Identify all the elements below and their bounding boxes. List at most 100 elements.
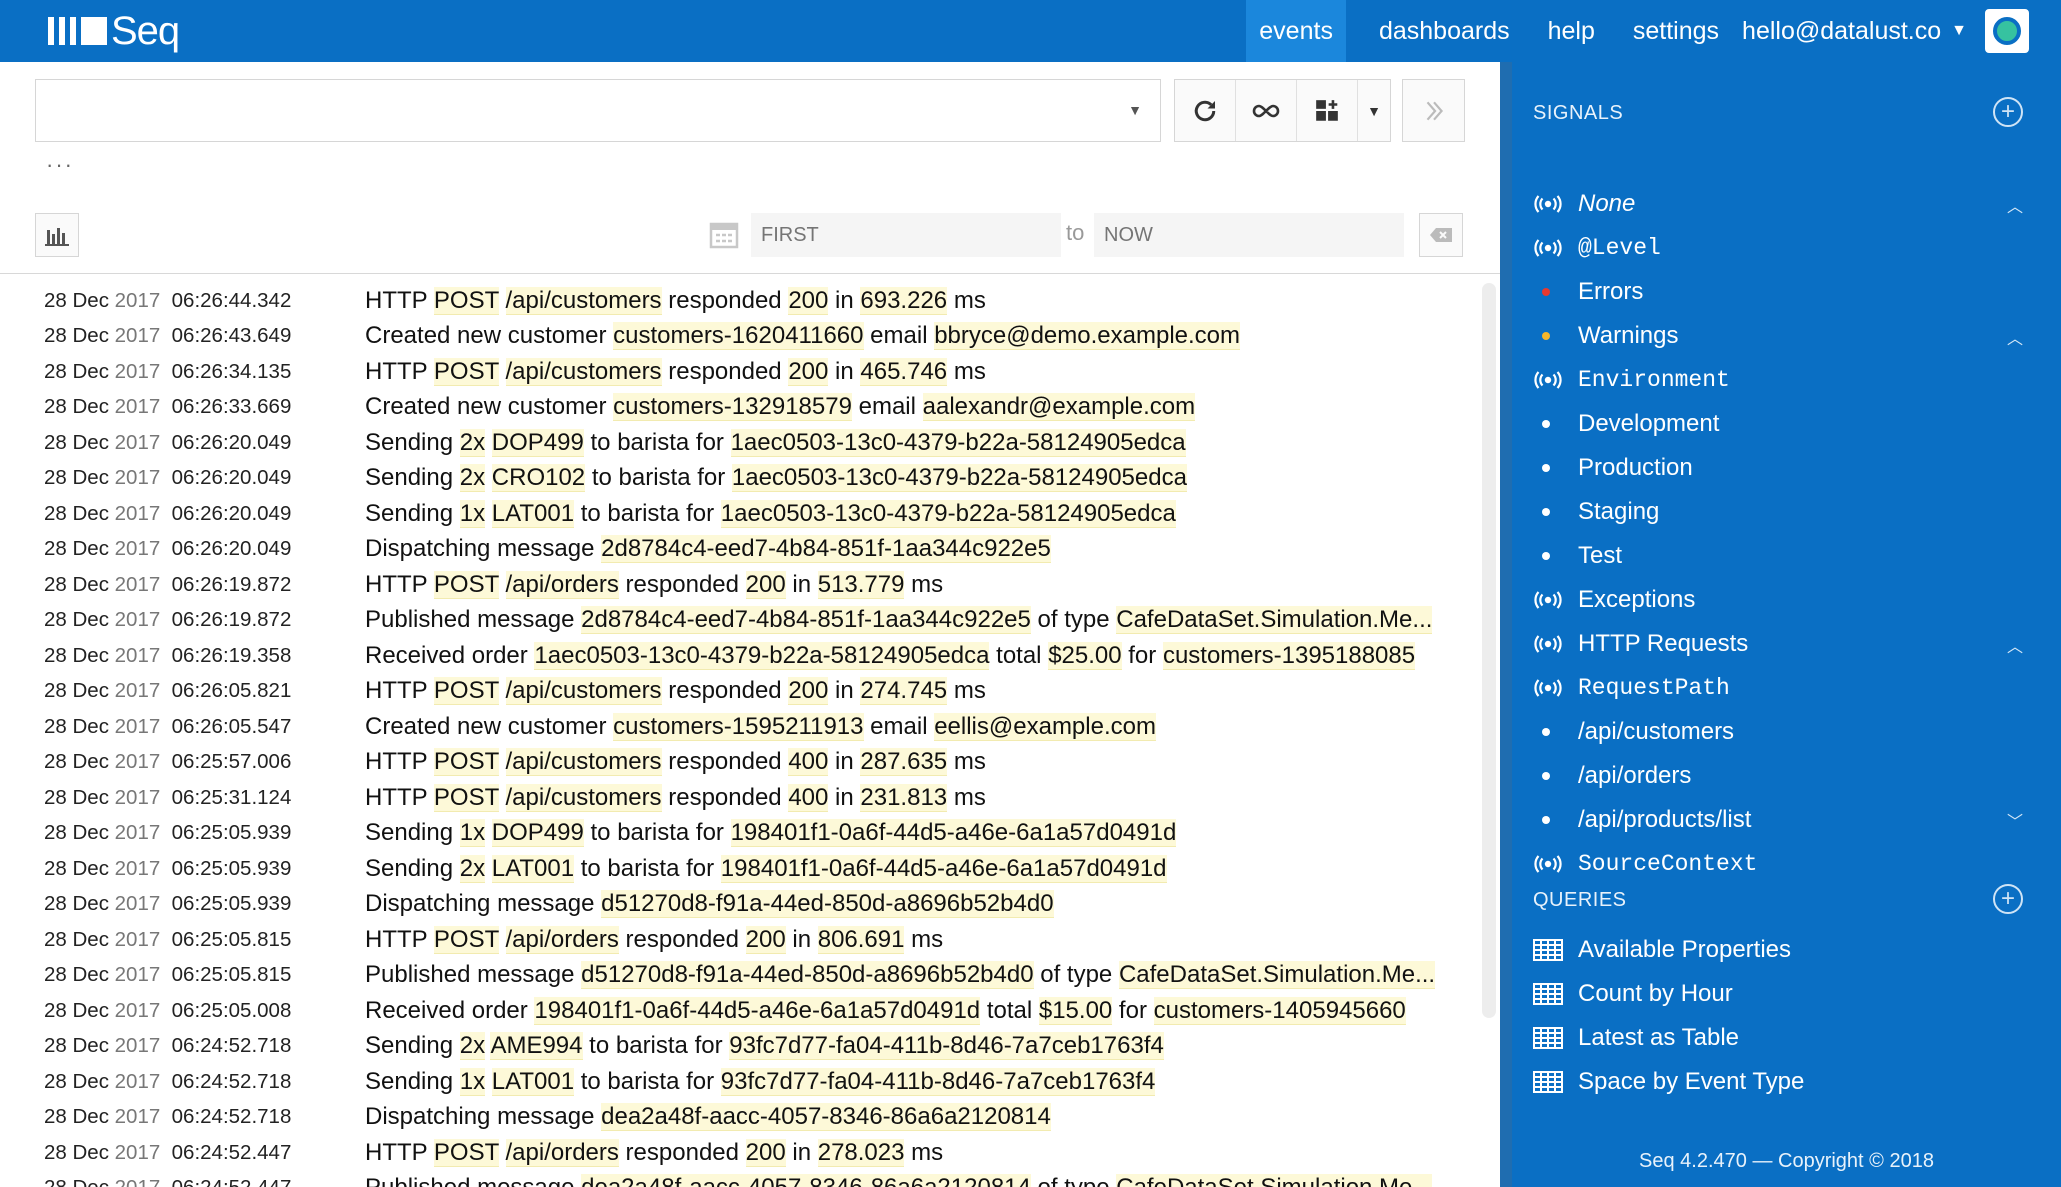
property-token[interactable]: /api/customers	[505, 783, 662, 812]
event-list-scrollbar[interactable]	[1482, 283, 1496, 1018]
event-row[interactable]: 28 Dec 2017 06:25:05.939 Sending 2x LAT00…	[0, 851, 1480, 887]
property-token[interactable]: 200	[788, 357, 829, 386]
property-token[interactable]: DOP499	[491, 819, 584, 848]
property-token[interactable]: /api/orders	[505, 1138, 619, 1167]
property-token[interactable]: $25.00	[1048, 641, 1122, 670]
property-token[interactable]: LAT001	[491, 499, 575, 528]
event-row[interactable]: 28 Dec 2017 06:25:31.124 HTTP POST /api/c…	[0, 780, 1480, 816]
property-token[interactable]: 1x	[459, 819, 486, 848]
property-token[interactable]: 278.023	[817, 1138, 905, 1167]
event-row[interactable]: 28 Dec 2017 06:25:05.939 Sending 1x DOP49…	[0, 816, 1480, 852]
signal-environment[interactable]: Environment	[1533, 360, 1730, 400]
property-token[interactable]: POST	[433, 570, 499, 599]
event-row[interactable]: 28 Dec 2017 06:26:20.049 Sending 2x CRO10…	[0, 461, 1480, 497]
property-token[interactable]: eellis@example.com	[934, 712, 1156, 741]
property-token[interactable]: /api/orders	[505, 925, 619, 954]
property-token[interactable]: POST	[433, 677, 499, 706]
property-token[interactable]: 1aec0503-13c0-4379-b22a-58124905edca	[730, 428, 1186, 457]
signal-staging[interactable]: Staging	[1542, 492, 1659, 532]
property-token[interactable]: customers-1395188085	[1162, 641, 1416, 670]
auto-refresh-button[interactable]	[1236, 80, 1297, 141]
property-token[interactable]: 200	[788, 677, 829, 706]
property-token[interactable]: 1aec0503-13c0-4379-b22a-58124905edca	[534, 641, 990, 670]
property-token[interactable]: customers-1405945660	[1153, 996, 1406, 1025]
property-token[interactable]: customers-1595211913	[613, 712, 864, 741]
property-token[interactable]: LAT001	[491, 854, 575, 883]
history-dropdown-icon[interactable]: ▼	[1128, 102, 1142, 118]
property-token[interactable]: 200	[788, 286, 829, 315]
signal-http-requests[interactable]: HTTP Requests	[1533, 624, 1748, 664]
signal-request-path[interactable]: RequestPath	[1533, 668, 1730, 708]
range-from-input[interactable]	[751, 213, 1061, 257]
property-token[interactable]: 93fc7d77-fa04-411b-8d46-7a7ceb1763f4	[729, 1032, 1164, 1061]
property-token[interactable]: 287.635	[860, 748, 948, 777]
property-token[interactable]: 231.813	[860, 783, 948, 812]
property-token[interactable]: 2x	[459, 854, 486, 883]
property-token[interactable]: 465.746	[860, 357, 948, 386]
property-token[interactable]: 2x	[459, 464, 486, 493]
query-count-by-hour[interactable]: Count by Hour	[1533, 974, 1733, 1014]
signal-source-context[interactable]: SourceContext	[1533, 844, 1757, 884]
property-token[interactable]: DOP499	[491, 428, 584, 457]
property-token[interactable]: 693.226	[860, 286, 948, 315]
user-menu[interactable]: hello@datalust.co ▼	[1742, 0, 1985, 62]
property-token[interactable]: $15.00	[1038, 996, 1113, 1025]
collapse-request-path-icon[interactable]: ︿	[2007, 633, 2023, 657]
nav-dashboards[interactable]: dashboards	[1366, 0, 1523, 62]
event-row[interactable]: 28 Dec 2017 06:26:20.049 Dispatching mess…	[0, 532, 1480, 568]
query-latest-as-table[interactable]: Latest as Table	[1533, 1018, 1739, 1058]
signal-warnings[interactable]: Warnings	[1542, 316, 1678, 356]
property-token[interactable]: 198401f1-0a6f-44d5-a46e-6a1a57d0491d	[534, 996, 981, 1025]
property-token[interactable]: POST	[433, 1138, 499, 1167]
nav-help[interactable]: help	[1535, 0, 1608, 62]
property-token[interactable]: POST	[433, 748, 499, 777]
event-row[interactable]: 28 Dec 2017 06:26:19.358 Received order 1…	[0, 638, 1480, 674]
event-row[interactable]: 28 Dec 2017 06:25:57.006 HTTP POST /api/c…	[0, 745, 1480, 781]
seq-logo[interactable]: Seq	[48, 8, 180, 54]
property-token[interactable]: 274.745	[860, 677, 948, 706]
event-row[interactable]: 28 Dec 2017 06:26:34.135 HTTP POST /api/c…	[0, 354, 1480, 390]
query-space-by-event-type[interactable]: Space by Event Type	[1533, 1062, 1804, 1102]
signal-path-orders[interactable]: /api/orders	[1542, 756, 1691, 796]
property-token[interactable]: 2d8784c4-eed7-4b84-851f-1aa344c922e5	[601, 535, 1051, 564]
property-token[interactable]: POST	[433, 925, 499, 954]
property-token[interactable]: /api/customers	[505, 748, 662, 777]
signal-none[interactable]: None	[1533, 184, 1635, 224]
property-token[interactable]: 400	[788, 748, 829, 777]
property-token[interactable]: 400	[788, 783, 829, 812]
event-row[interactable]: 28 Dec 2017 06:25:05.815 HTTP POST /api/o…	[0, 922, 1480, 958]
property-token[interactable]: 1x	[459, 499, 486, 528]
signal-production[interactable]: Production	[1542, 448, 1693, 488]
event-row[interactable]: 28 Dec 2017 06:25:05.815 Published messag…	[0, 958, 1480, 994]
event-row[interactable]: 28 Dec 2017 06:26:19.872 HTTP POST /api/o…	[0, 567, 1480, 603]
event-row[interactable]: 28 Dec 2017 06:25:05.939 Dispatching mess…	[0, 887, 1480, 923]
event-row[interactable]: 28 Dec 2017 06:26:33.669 Created new cust…	[0, 390, 1480, 426]
nav-settings[interactable]: settings	[1620, 0, 1732, 62]
collapse-environment-icon[interactable]: ︿	[2007, 325, 2023, 349]
property-token[interactable]: 93fc7d77-fa04-411b-8d46-7a7ceb1763f4	[720, 1067, 1156, 1096]
avatar[interactable]	[1985, 9, 2029, 53]
property-token[interactable]: customers-132918579	[613, 393, 852, 422]
nav-events[interactable]: events	[1246, 0, 1346, 62]
property-token[interactable]: 200	[745, 925, 786, 954]
event-row[interactable]: 28 Dec 2017 06:26:05.821 HTTP POST /api/c…	[0, 674, 1480, 710]
add-signal-button[interactable]: +	[1993, 97, 2023, 127]
event-row[interactable]: 28 Dec 2017 06:24:52.718 Sending 2x AME99…	[0, 1029, 1480, 1065]
dashboard-dropdown-icon[interactable]: ▼	[1358, 80, 1390, 141]
property-token[interactable]: CafeDataSet.Simulation.Me...	[1116, 606, 1433, 635]
property-token[interactable]: POST	[433, 783, 499, 812]
expand-source-context-icon[interactable]: ﹀	[2007, 808, 2023, 832]
calendar-icon[interactable]	[709, 219, 739, 249]
add-to-dashboard-button[interactable]	[1297, 80, 1358, 141]
event-row[interactable]: 28 Dec 2017 06:25:05.008 Received order 1…	[0, 993, 1480, 1029]
property-token[interactable]: aalexandr@example.com	[922, 393, 1196, 422]
property-token[interactable]: CRO102	[491, 464, 586, 493]
more-options-icon[interactable]: ···	[46, 152, 74, 178]
property-token[interactable]: customers-1620411660	[613, 322, 864, 351]
property-token[interactable]: dea2a48f-aacc-4057-8346-86a6a2120814	[581, 1174, 1031, 1187]
event-row[interactable]: 28 Dec 2017 06:24:52.718 Dispatching mess…	[0, 1100, 1480, 1136]
property-token[interactable]: POST	[433, 286, 499, 315]
add-query-button[interactable]: +	[1993, 884, 2023, 914]
signal-exceptions[interactable]: Exceptions	[1533, 580, 1695, 620]
property-token[interactable]: bbryce@demo.example.com	[934, 322, 1241, 351]
